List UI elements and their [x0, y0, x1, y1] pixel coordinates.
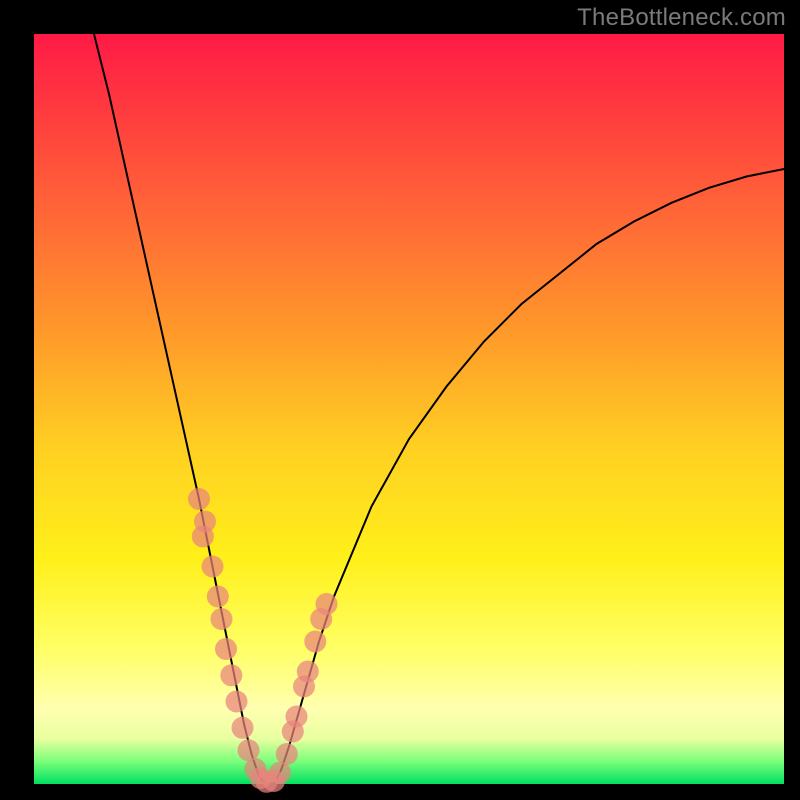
data-marker — [276, 743, 298, 765]
marker-layer — [188, 488, 338, 793]
data-marker — [269, 762, 291, 784]
data-marker — [211, 608, 233, 630]
data-marker — [238, 739, 260, 761]
chart-frame: TheBottleneck.com — [0, 0, 800, 800]
data-marker — [215, 638, 237, 660]
data-marker — [286, 706, 308, 728]
data-marker — [226, 691, 248, 713]
data-marker — [202, 556, 224, 578]
data-marker — [207, 586, 229, 608]
data-marker — [192, 526, 214, 548]
data-marker — [220, 664, 242, 686]
data-marker — [304, 631, 326, 653]
data-marker — [297, 661, 319, 683]
watermark-label: TheBottleneck.com — [577, 4, 786, 32]
curve-layer — [34, 34, 784, 784]
bottleneck-curve — [94, 34, 784, 784]
data-marker — [188, 488, 210, 510]
plot-area — [34, 34, 784, 784]
data-marker — [232, 717, 254, 739]
data-marker — [316, 593, 338, 615]
